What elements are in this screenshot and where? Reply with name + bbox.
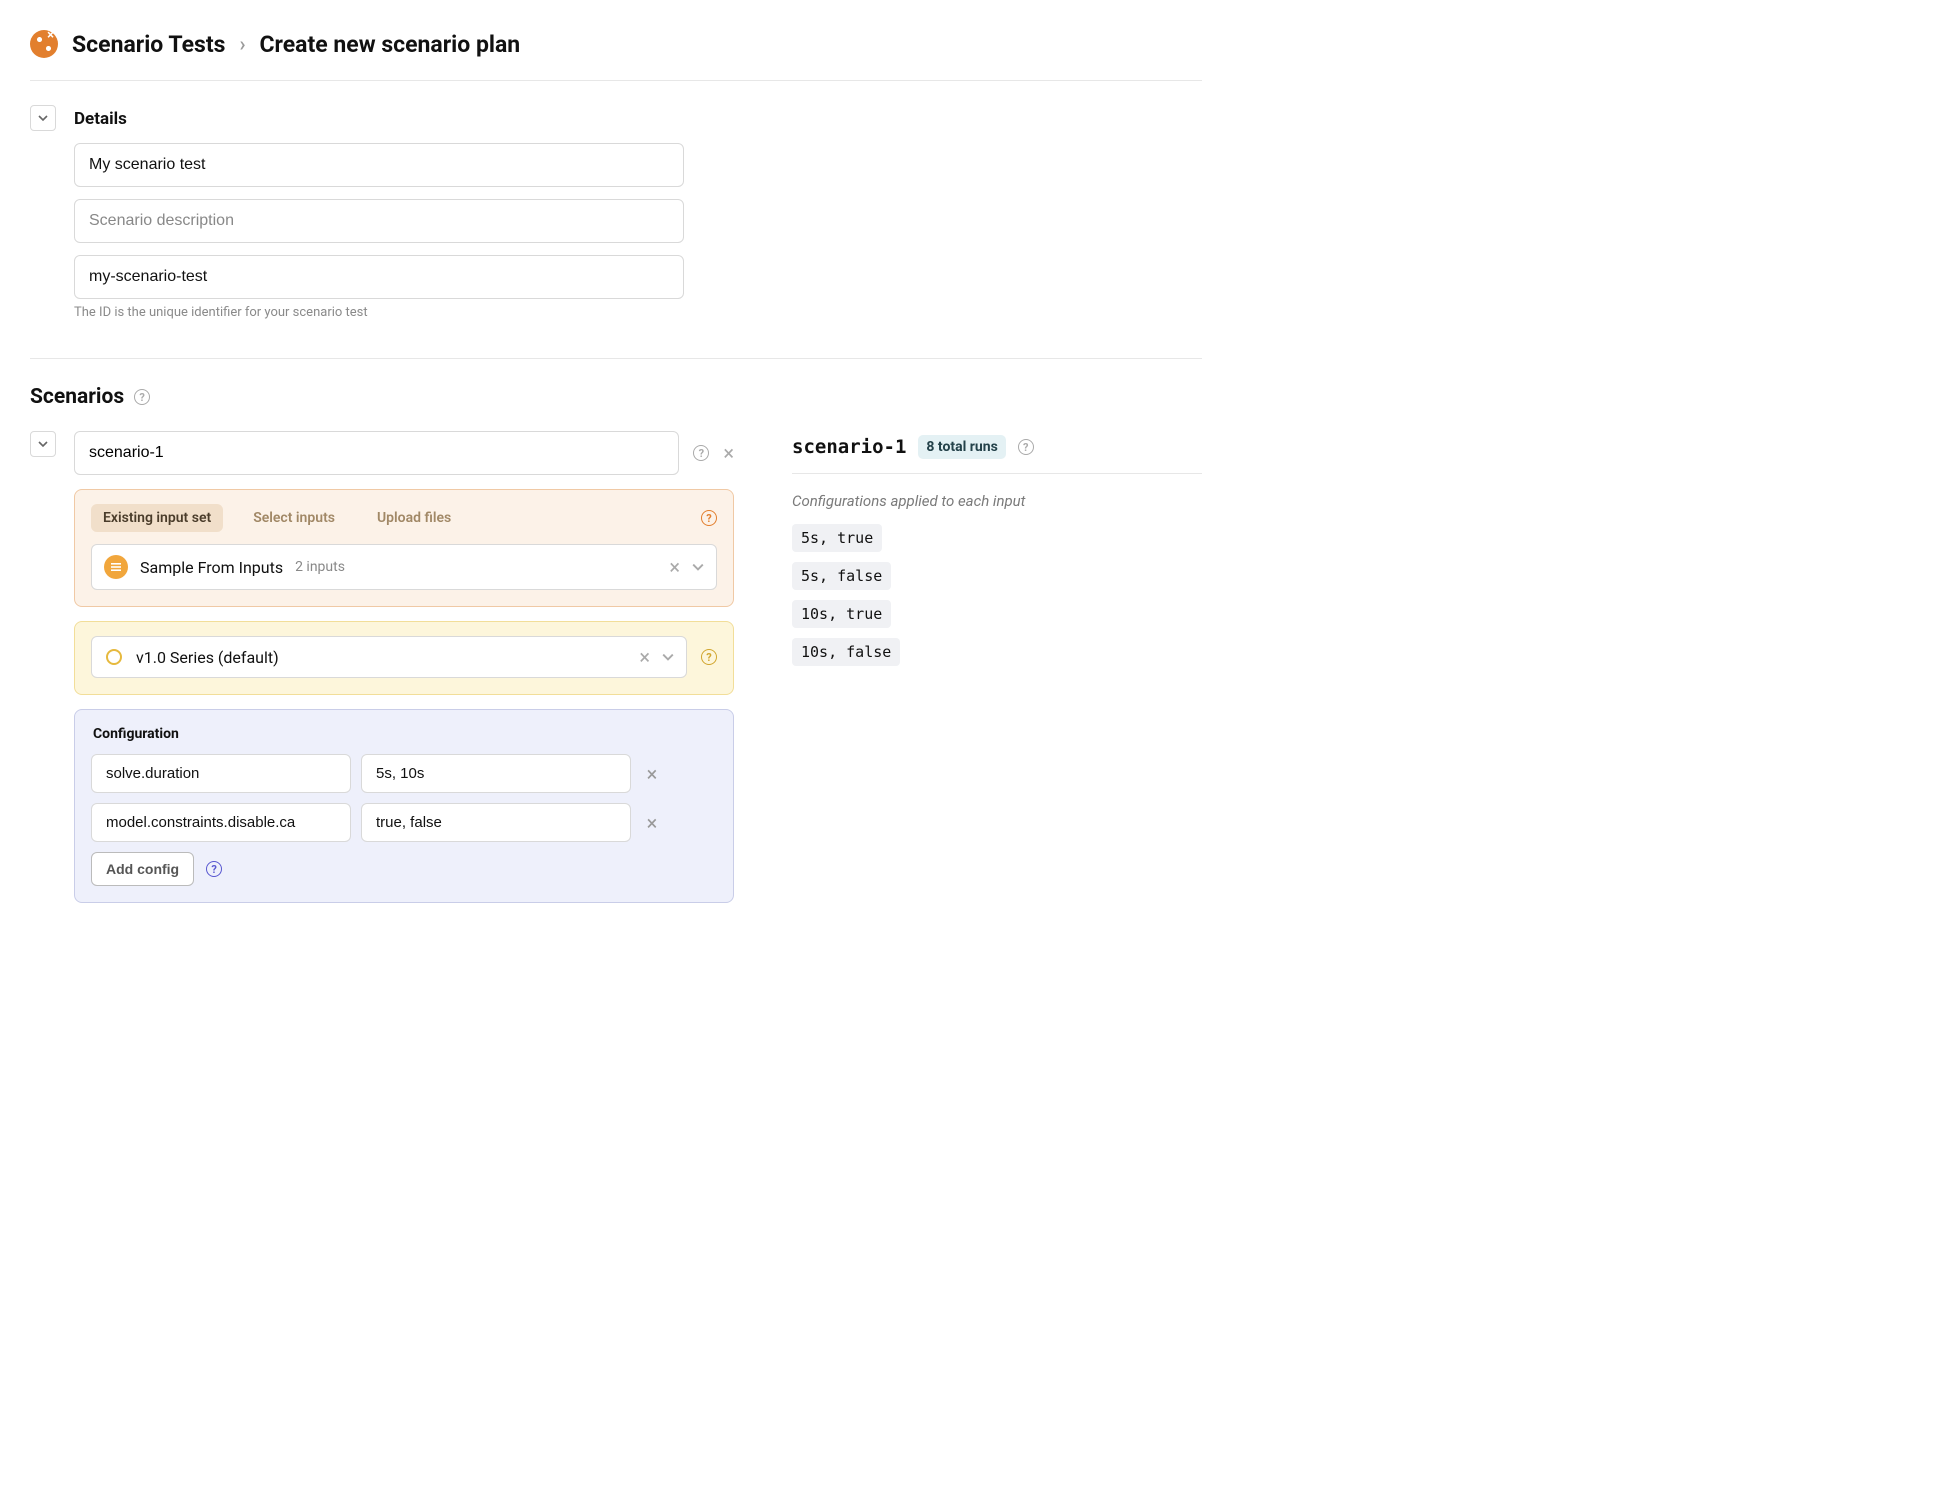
scenario-summary: scenario-1 8 total runs ? Configurations…: [752, 431, 1202, 676]
remove-config-button[interactable]: ×: [641, 811, 663, 835]
config-key-input[interactable]: [91, 803, 351, 842]
clear-input-set-button[interactable]: ×: [669, 557, 680, 577]
run-combination: 10s, true: [792, 600, 891, 628]
tab-select-inputs[interactable]: Select inputs: [241, 504, 347, 532]
collapse-details-button[interactable]: [30, 105, 56, 131]
total-runs-badge: 8 total runs: [918, 435, 1005, 459]
app-icon: [30, 30, 58, 58]
details-heading: Details: [74, 109, 1202, 129]
summary-subtitle: Configurations applied to each input: [792, 492, 1202, 510]
config-value-input[interactable]: [361, 803, 631, 842]
config-value-input[interactable]: [361, 754, 631, 793]
chevron-down-icon: [38, 439, 48, 449]
breadcrumb-root[interactable]: Scenario Tests: [72, 31, 225, 58]
scenario-instance-name-input[interactable]: [74, 431, 679, 475]
scenario-name-input[interactable]: [74, 143, 684, 187]
scenarios-heading: Scenarios ?: [30, 358, 1202, 409]
help-icon[interactable]: ?: [693, 445, 709, 461]
add-config-button[interactable]: Add config: [91, 852, 194, 886]
configuration-heading: Configuration: [93, 726, 717, 742]
config-key-input[interactable]: [91, 754, 351, 793]
scenarios-label: Scenarios: [30, 385, 124, 409]
config-row: ×: [91, 803, 717, 842]
help-icon[interactable]: ?: [206, 861, 222, 877]
breadcrumb-current: Create new scenario plan: [259, 31, 520, 58]
clear-series-button[interactable]: ×: [639, 647, 650, 667]
collapse-scenario-button[interactable]: [30, 431, 56, 457]
chevron-down-icon: [38, 113, 48, 123]
config-row: ×: [91, 754, 717, 793]
run-combination: 5s, false: [792, 562, 891, 590]
chevron-down-icon[interactable]: [692, 558, 704, 577]
series-name: v1.0 Series (default): [136, 648, 279, 667]
scenario-id-helper: The ID is the unique identifier for your…: [74, 305, 1202, 320]
run-combination: 10s, false: [792, 638, 900, 666]
remove-config-button[interactable]: ×: [641, 762, 663, 786]
tab-upload-files[interactable]: Upload files: [365, 504, 463, 532]
help-icon[interactable]: ?: [134, 389, 150, 405]
run-combination: 5s, true: [792, 524, 882, 552]
input-set-panel: Existing input set Select inputs Upload …: [74, 489, 734, 607]
series-select[interactable]: v1.0 Series (default) ×: [91, 636, 687, 678]
input-set-select[interactable]: Sample From Inputs 2 inputs ×: [91, 544, 717, 590]
configuration-panel: Configuration × × Add config ?: [74, 709, 734, 903]
remove-scenario-button[interactable]: ×: [723, 443, 734, 463]
input-set-meta: 2 inputs: [295, 559, 345, 575]
dataset-icon: [104, 555, 128, 579]
scenario-description-input[interactable]: [74, 199, 684, 243]
help-icon[interactable]: ?: [701, 649, 717, 665]
chevron-right-icon: ›: [239, 32, 245, 56]
breadcrumb: Scenario Tests › Create new scenario pla…: [30, 30, 1202, 81]
scenario-id-input[interactable]: [74, 255, 684, 299]
series-panel: v1.0 Series (default) × ?: [74, 621, 734, 695]
input-set-name: Sample From Inputs: [140, 558, 283, 577]
chevron-down-icon[interactable]: [662, 648, 674, 667]
help-icon[interactable]: ?: [1018, 439, 1034, 455]
help-icon[interactable]: ?: [701, 510, 717, 526]
summary-title: scenario-1: [792, 436, 906, 458]
series-icon: [106, 649, 122, 665]
tab-existing-input-set[interactable]: Existing input set: [91, 504, 223, 532]
